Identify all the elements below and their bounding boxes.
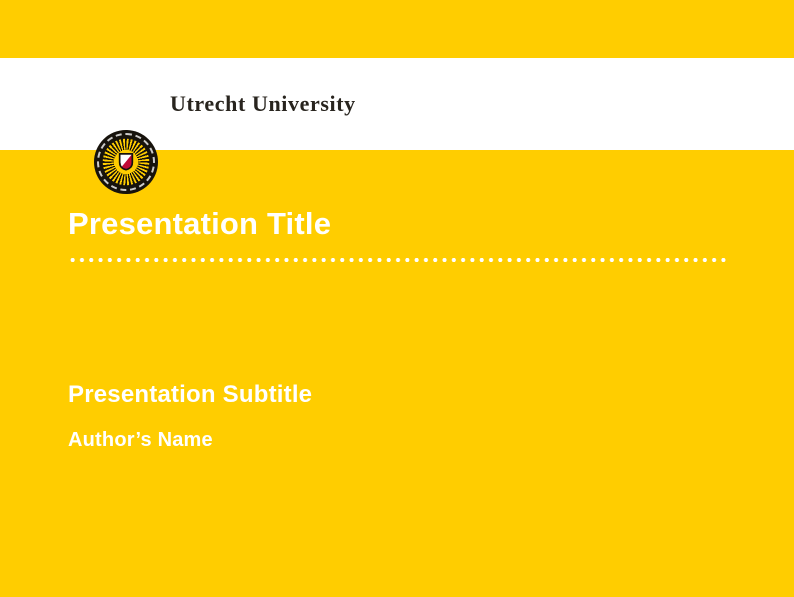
- utrecht-shield-icon: [119, 153, 134, 171]
- author-name: Author’s Name: [68, 429, 213, 452]
- title-slide: Utrecht University Presentation Title Pr…: [0, 0, 794, 597]
- presentation-subtitle: Presentation Subtitle: [68, 381, 312, 409]
- presentation-title: Presentation Title: [68, 206, 331, 242]
- utrecht-university-sun-seal-icon: [94, 130, 158, 194]
- header-band: Utrecht University: [0, 58, 794, 150]
- dotted-divider: [68, 257, 728, 263]
- university-wordmark: Utrecht University: [170, 58, 356, 150]
